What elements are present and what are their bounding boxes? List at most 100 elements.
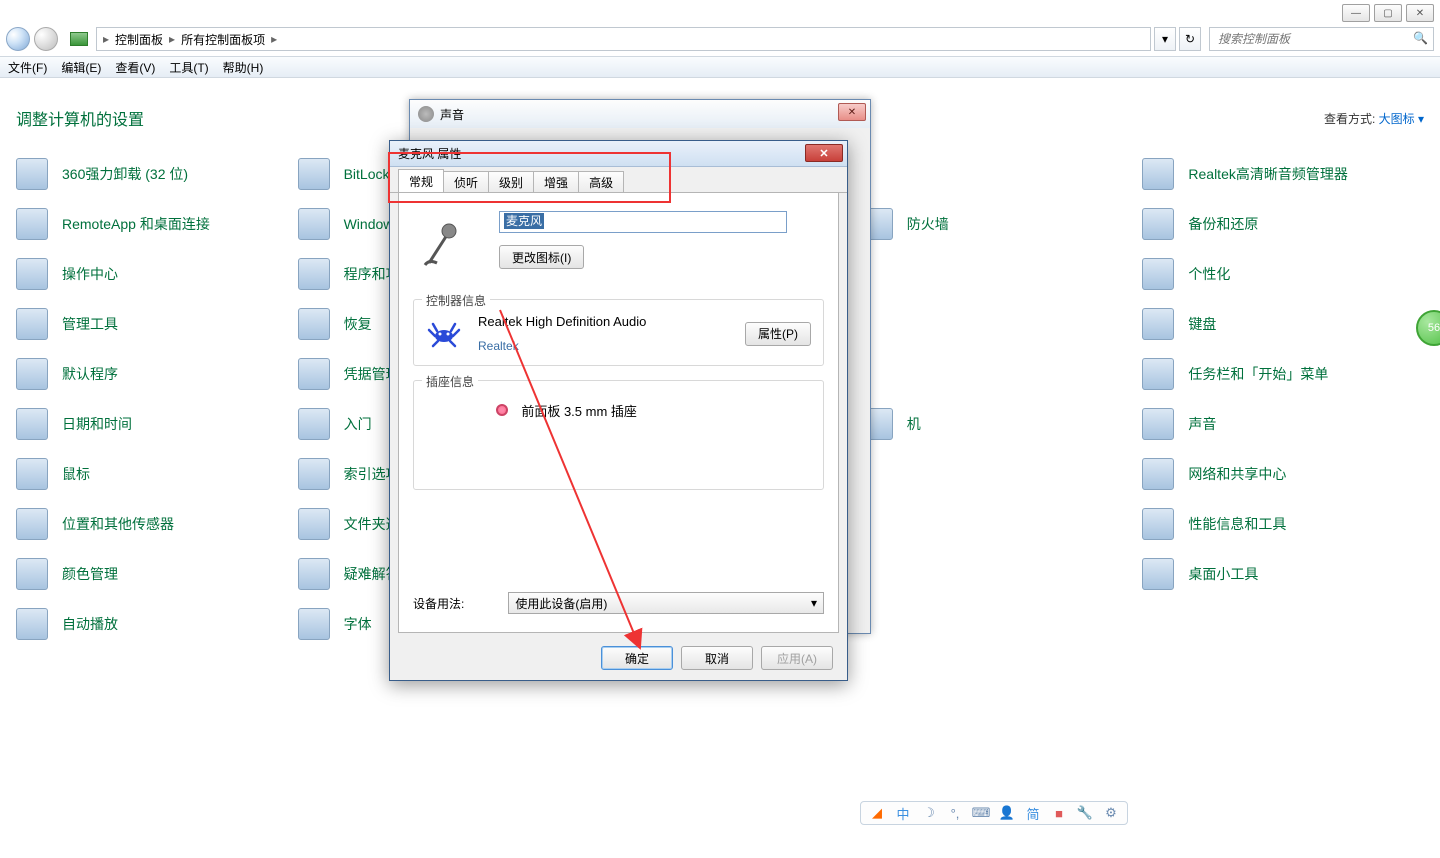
control-panel-item-label: 自动播放 (62, 614, 118, 634)
tray-punct-icon[interactable]: °, (947, 805, 963, 821)
navigation-bar: ▸ 控制面板 ▸ 所有控制面板项 ▸ ▾ ↻ 🔍 (0, 24, 1440, 54)
ok-button[interactable]: 确定 (601, 646, 673, 670)
control-panel-item[interactable]: 颜色管理 (16, 558, 298, 590)
control-panel-item-label: 字体 (344, 614, 372, 634)
control-panel-item[interactable]: 自动播放 (16, 608, 298, 640)
control-panel-item[interactable]: 个性化 (1142, 258, 1424, 290)
control-panel-item[interactable]: 声音 (1142, 408, 1424, 440)
control-panel-item-icon (1142, 308, 1174, 340)
tray-simplified-icon[interactable]: 简 (1025, 805, 1041, 821)
menu-edit[interactable]: 编辑(E) (61, 59, 101, 76)
breadcrumb-lvl2[interactable]: 所有控制面板项 (181, 31, 265, 48)
forward-button[interactable] (34, 27, 58, 51)
tray-person-icon[interactable]: 👤 (999, 805, 1015, 821)
page-title: 调整计算机的设置 (16, 106, 144, 130)
tray-moon-icon[interactable]: ☽ (921, 805, 937, 821)
tab-listen[interactable]: 侦听 (443, 171, 489, 192)
search-box[interactable]: 🔍 (1209, 27, 1434, 51)
tab-advanced[interactable]: 高级 (578, 171, 624, 192)
control-panel-item-label: 个性化 (1188, 264, 1230, 284)
control-panel-item[interactable]: 管理工具 (16, 308, 298, 340)
control-panel-item-icon (16, 158, 48, 190)
control-panel-item-icon (298, 558, 330, 590)
ime-tray[interactable]: ◢ 中 ☽ °, ⌨ 👤 简 ■ 🔧 ⚙ (860, 801, 1128, 825)
sound-dialog-titlebar[interactable]: 声音 ✕ (410, 100, 870, 128)
menu-file[interactable]: 文件(F) (8, 59, 47, 76)
tab-general[interactable]: 常规 (398, 169, 444, 192)
menu-tools[interactable]: 工具(T) (169, 59, 208, 76)
search-input[interactable] (1218, 32, 1409, 46)
realtek-crab-icon (426, 316, 462, 352)
control-panel-item-icon (298, 408, 330, 440)
apply-button[interactable]: 应用(A) (761, 646, 833, 670)
control-panel-item-icon (16, 258, 48, 290)
menu-help[interactable]: 帮助(H) (223, 59, 264, 76)
device-name-input[interactable]: 麦克风 (499, 211, 787, 233)
control-panel-item-icon (16, 208, 48, 240)
breadcrumb[interactable]: ▸ 控制面板 ▸ 所有控制面板项 ▸ (96, 27, 1151, 51)
change-icon-button[interactable]: 更改图标(I) (499, 245, 584, 269)
control-panel-item-icon (16, 358, 48, 390)
control-panel-item[interactable]: 性能信息和工具 (1142, 508, 1424, 540)
sound-dialog-close[interactable]: ✕ (838, 103, 866, 121)
controller-name: Realtek High Definition Audio (478, 314, 729, 329)
control-panel-item[interactable]: 备份和还原 (1142, 208, 1424, 240)
control-panel-item-label: 恢复 (344, 314, 372, 334)
breadcrumb-dropdown[interactable]: ▾ (1154, 27, 1176, 51)
control-panel-item[interactable]: 网络和共享中心 (1142, 458, 1424, 490)
control-panel-item[interactable]: 桌面小工具 (1142, 558, 1424, 590)
tray-gear-icon[interactable]: ⚙ (1103, 805, 1119, 821)
tray-camera-icon[interactable]: ■ (1051, 805, 1067, 821)
microphone-properties-dialog: 麦克风 属性 ✕ 常规 侦听 级别 增强 高级 麦克风 更改图标(I) 控制器信… (389, 140, 848, 681)
back-button[interactable] (6, 27, 30, 51)
cancel-button[interactable]: 取消 (681, 646, 753, 670)
refresh-button[interactable]: ↻ (1179, 27, 1201, 51)
tab-enhancements[interactable]: 增强 (533, 171, 579, 192)
control-panel-item-label: 鼠标 (62, 464, 90, 484)
control-panel-item[interactable]: 防火墙 (861, 208, 1143, 240)
control-panel-item-label: 网络和共享中心 (1188, 464, 1286, 484)
control-panel-item[interactable]: RemoteApp 和桌面连接 (16, 208, 298, 240)
control-panel-item[interactable]: 日期和时间 (16, 408, 298, 440)
tab-levels[interactable]: 级别 (488, 171, 534, 192)
microphone-large-icon (413, 211, 477, 275)
mic-dialog-close[interactable]: ✕ (805, 144, 843, 162)
control-panel-item[interactable]: 360强力卸载 (32 位) (16, 158, 298, 190)
menu-view[interactable]: 查看(V) (115, 59, 155, 76)
control-panel-item-icon (16, 458, 48, 490)
control-panel-item-icon (1142, 408, 1174, 440)
control-panel-item[interactable]: 机 (861, 408, 1143, 440)
control-panel-item[interactable]: 位置和其他传感器 (16, 508, 298, 540)
minimize-button[interactable]: — (1342, 4, 1370, 22)
control-panel-item[interactable]: 鼠标 (16, 458, 298, 490)
control-panel-item-icon (1142, 458, 1174, 490)
close-window-button[interactable]: ✕ (1406, 4, 1434, 22)
control-panel-item-label: 默认程序 (62, 364, 118, 384)
maximize-button[interactable]: ▢ (1374, 4, 1402, 22)
control-panel-item[interactable]: 任务栏和「开始」菜单 (1142, 358, 1424, 390)
control-panel-item-label: 防火墙 (907, 214, 949, 234)
jack-group-label: 插座信息 (422, 373, 478, 390)
control-panel-item-icon (16, 508, 48, 540)
tray-keyboard-icon[interactable]: ⌨ (973, 805, 989, 821)
control-panel-item-label: 任务栏和「开始」菜单 (1188, 364, 1328, 384)
control-panel-item-label: 桌面小工具 (1188, 564, 1258, 584)
tray-icon-1[interactable]: ◢ (869, 805, 885, 821)
mic-dialog-titlebar[interactable]: 麦克风 属性 ✕ (390, 141, 847, 167)
control-panel-item-icon (16, 308, 48, 340)
tray-wrench-icon[interactable]: 🔧 (1077, 805, 1093, 821)
tray-ime-cn[interactable]: 中 (895, 805, 911, 821)
device-usage-select[interactable]: 使用此设备(启用)▾ (508, 592, 824, 614)
view-mode-link[interactable]: 大图标 ▾ (1379, 112, 1424, 126)
control-panel-item[interactable]: 键盘 (1142, 308, 1424, 340)
breadcrumb-lvl1[interactable]: 控制面板 (115, 31, 163, 48)
speaker-icon (418, 106, 434, 122)
dialog-button-row: 确定 取消 应用(A) (601, 646, 833, 670)
control-panel-item[interactable]: 默认程序 (16, 358, 298, 390)
view-mode: 查看方式: 大图标 ▾ (1324, 110, 1424, 127)
control-panel-item-label: 备份和还原 (1188, 214, 1258, 234)
control-panel-item[interactable]: Realtek高清晰音频管理器 (1142, 158, 1424, 190)
control-panel-item[interactable]: 操作中心 (16, 258, 298, 290)
controller-properties-button[interactable]: 属性(P) (745, 322, 811, 346)
device-usage-label: 设备用法: (413, 595, 464, 612)
